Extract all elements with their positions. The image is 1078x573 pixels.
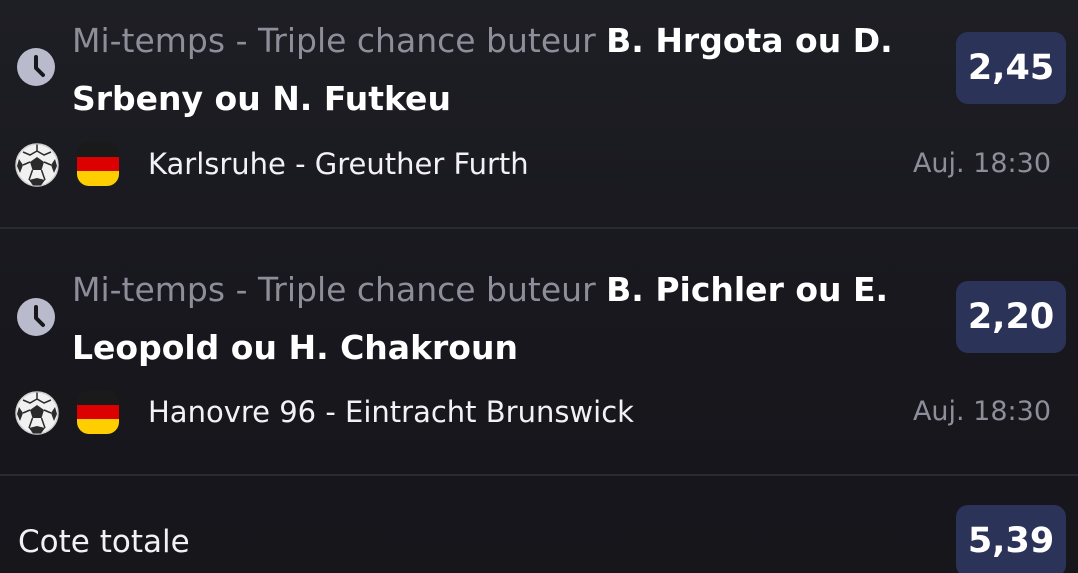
total-odds-label: Cote totale xyxy=(18,524,190,560)
market-description: Mi-temps - Triple chance buteur B. Hrgot… xyxy=(72,12,912,128)
selection-name-part1: B. Pichler ou E. xyxy=(606,270,889,309)
soccer-ball-icon xyxy=(15,391,59,435)
soccer-ball-icon xyxy=(15,143,59,187)
clock-icon xyxy=(17,48,55,86)
market-type: Mi-temps - Triple chance buteur xyxy=(72,21,596,60)
market-description: Mi-temps - Triple chance buteur B. Pichl… xyxy=(72,261,912,377)
bet-item[interactable]: Mi-temps - Triple chance buteur B. Pichl… xyxy=(0,229,1078,474)
selection-name-part1: B. Hrgota ou D. xyxy=(606,21,893,60)
divider xyxy=(0,474,1078,476)
germany-flag-icon xyxy=(77,142,119,186)
match-name: Hanovre 96 - Eintracht Brunswick xyxy=(148,395,634,429)
match-name: Karlsruhe - Greuther Furth xyxy=(148,147,529,181)
match-time: Auj. 18:30 xyxy=(912,396,1051,427)
market-type: Mi-temps - Triple chance buteur xyxy=(72,270,596,309)
odds-badge[interactable]: 2,20 xyxy=(956,281,1066,353)
bet-slip: Mi-temps - Triple chance buteur B. Hrgot… xyxy=(0,0,1078,573)
clock-icon xyxy=(17,298,55,336)
match-time: Auj. 18:30 xyxy=(912,148,1051,179)
bet-item[interactable]: Mi-temps - Triple chance buteur B. Hrgot… xyxy=(0,0,1078,227)
total-odds-badge: 5,39 xyxy=(956,505,1066,573)
germany-flag-icon xyxy=(77,390,119,434)
selection-name-part2: Srbeny ou N. Futkeu xyxy=(72,79,451,118)
odds-badge[interactable]: 2,45 xyxy=(956,32,1066,104)
selection-name-part2: Leopold ou H. Chakroun xyxy=(72,328,518,367)
